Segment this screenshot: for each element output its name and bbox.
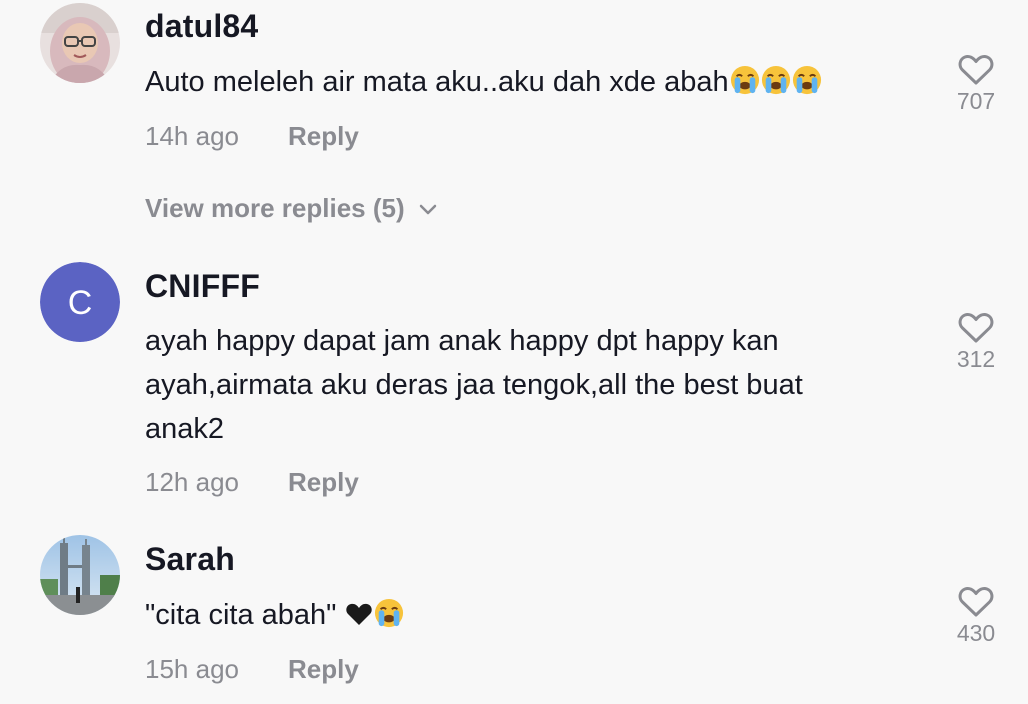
view-more-replies-label: View more replies (5) (145, 193, 405, 223)
view-more-replies-button[interactable]: View more replies (5) (145, 193, 437, 224)
reply-button[interactable]: Reply (288, 467, 359, 498)
comment-timestamp: 12h ago (145, 467, 239, 497)
comment-text-body: Auto meleleh air mata aku..aku dah xde a… (145, 66, 729, 98)
chevron-down-icon (419, 204, 436, 215)
heart-outline-icon (958, 55, 994, 85)
heart-outline-icon (958, 313, 994, 343)
comment-username[interactable]: CNIFFF (145, 268, 260, 305)
avatar[interactable] (40, 3, 120, 83)
comment-meta: 15h ago Reply (145, 654, 359, 685)
comment-item: Sarah "cita cita abah" 15h ago Reply 430 (0, 534, 1028, 704)
avatar-letter: C (68, 284, 93, 322)
comment-timestamp: 14h ago (145, 121, 239, 151)
reply-button[interactable]: Reply (288, 121, 359, 152)
loudly-crying-face-icon (374, 598, 403, 628)
comment-timestamp: 15h ago (145, 654, 239, 684)
like-button[interactable]: 707 (946, 54, 1006, 115)
letter-avatar-icon: C (40, 262, 120, 342)
comment-item: C CNIFFF ayah happy dapat jam anak happy… (0, 260, 1028, 520)
like-count: 312 (956, 346, 996, 372)
loudly-crying-face-icon (761, 65, 790, 95)
comment-meta: 12h ago Reply (145, 467, 359, 498)
comment-text-body: "cita cita abah" (145, 599, 337, 631)
avatar[interactable] (40, 535, 120, 615)
like-count: 707 (956, 88, 996, 114)
comment-text: "cita cita abah" (145, 593, 885, 637)
black-heart-icon (345, 603, 372, 625)
like-button[interactable]: 312 (946, 312, 1006, 373)
comment-meta: 14h ago Reply (145, 121, 359, 152)
like-count: 430 (956, 620, 996, 646)
like-button[interactable]: 430 (946, 586, 1006, 647)
loudly-crying-face-icon (792, 65, 821, 95)
user-photo-icon (40, 535, 120, 615)
comment-username[interactable]: datul84 (145, 8, 258, 45)
comment-text-body: ayah happy dapat jam anak happy dpt happ… (145, 325, 803, 445)
avatar[interactable]: C (40, 262, 120, 342)
comment-username[interactable]: Sarah (145, 541, 235, 578)
loudly-crying-face-icon (730, 65, 759, 95)
heart-outline-icon (958, 587, 994, 617)
comment-text: Auto meleleh air mata aku..aku dah xde a… (145, 60, 885, 104)
user-photo-icon (40, 3, 120, 83)
comment-text: ayah happy dapat jam anak happy dpt happ… (145, 319, 885, 451)
reply-button[interactable]: Reply (288, 654, 359, 685)
